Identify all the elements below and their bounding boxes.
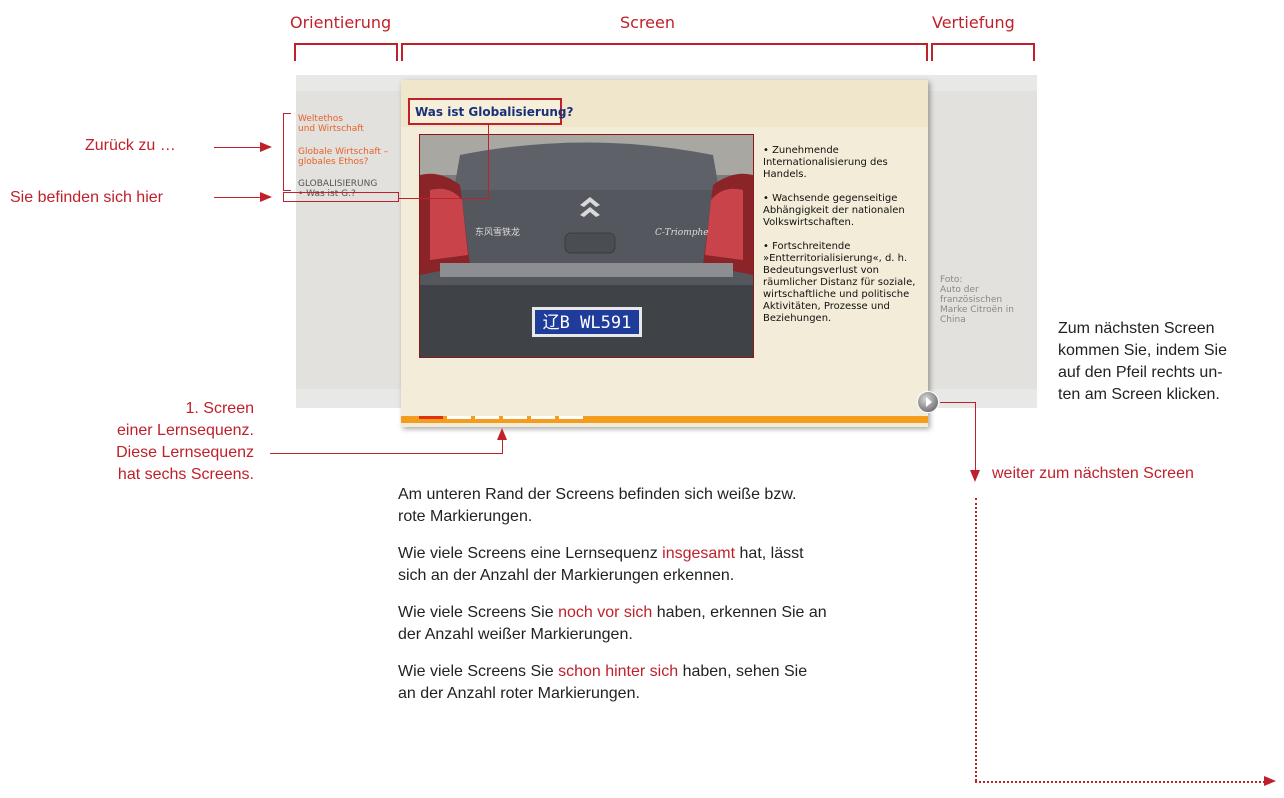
photo-caption: Foto: Auto der französischen Marke Citro… xyxy=(940,275,1014,325)
progress-marker xyxy=(559,416,583,419)
arrow-up-icon xyxy=(497,428,507,440)
nav-item-globale-wirtschaft[interactable]: Globale Wirtschaft – globales Ethos? xyxy=(298,147,396,167)
next-screen-arrow-icon[interactable] xyxy=(917,391,939,413)
bracket-screen xyxy=(401,43,928,61)
header-orientation: Orientierung xyxy=(290,13,392,32)
license-plate: 辽B WL591 xyxy=(543,313,632,333)
bullet-list: • Zunehmende Internationalisierung des H… xyxy=(763,145,923,337)
explanation-p4: Wie viele Screens Sie schon hinter sich … xyxy=(398,663,808,702)
current-location-highlight xyxy=(283,192,399,202)
bullet-1: • Zunehmende Internationalisierung des H… xyxy=(763,145,888,180)
arrow-right-icon xyxy=(260,192,272,202)
annotation-first-screen: 1. Screen einer Lernsequenz. Diese Lerns… xyxy=(116,400,254,483)
bullet-3: • Fortschreitende »Entterritorialisierun… xyxy=(763,241,916,324)
orientation-nav: Weltethos und Wirtschaft Globale Wirtsch… xyxy=(298,114,396,199)
explanation-p1: Am unteren Rand der Screens befinden sic… xyxy=(398,486,797,525)
annotation-you-are-here: Sie befinden sich hier xyxy=(10,189,163,206)
arrow-right-icon xyxy=(260,142,272,152)
annotation-next-screen-hint: Zum nächsten Screen kommen Sie, indem Si… xyxy=(1058,320,1227,403)
progress-marker xyxy=(447,416,471,419)
screen-title: Was ist Globalisierung? xyxy=(408,98,573,125)
annotation-back-to: Zurück zu … xyxy=(85,137,176,154)
progress-marker xyxy=(531,416,555,419)
dotted-connector xyxy=(975,781,1265,783)
car-badge-left: 东风雪铁龙 xyxy=(475,226,520,238)
content-screen: Was ist Globalisierung? 辽B WL591 东风雪铁龙 C… xyxy=(401,80,928,427)
progress-marker xyxy=(475,416,499,419)
progress-marker-done xyxy=(419,416,443,419)
explanation-p3: Wie viele Screens Sie noch vor sich habe… xyxy=(398,604,827,643)
nav-item-weltethos[interactable]: Weltethos und Wirtschaft xyxy=(298,114,396,134)
nav-section-label: GLOBALISIERUNG xyxy=(298,179,378,189)
header-screen: Screen xyxy=(620,13,676,32)
header-deepening: Vertiefung xyxy=(932,13,1015,32)
explanation-text: Am unteren Rand der Screens befinden sic… xyxy=(398,484,828,720)
progress-marker xyxy=(503,416,527,419)
arrow-down-icon xyxy=(970,470,980,482)
arrow-right-icon xyxy=(1264,776,1276,786)
explanation-p2: Wie viele Screens eine Lernsequenz insge… xyxy=(398,545,804,584)
bracket-orientation xyxy=(294,43,398,61)
car-illustration: 辽B WL591 东风雪铁龙 C-Triomphe xyxy=(420,135,753,357)
bullet-2: • Wachsende gegenseitige Abhängigkeit de… xyxy=(763,193,905,228)
nav-bracket xyxy=(283,113,284,190)
next-screen-link[interactable]: weiter zum nächsten Screen xyxy=(992,463,1194,485)
car-photo: 辽B WL591 东风雪铁龙 C-Triomphe xyxy=(419,134,754,358)
bracket-deepening xyxy=(931,43,1035,61)
dotted-connector xyxy=(975,498,977,781)
car-badge-right: C-Triomphe xyxy=(655,228,709,238)
